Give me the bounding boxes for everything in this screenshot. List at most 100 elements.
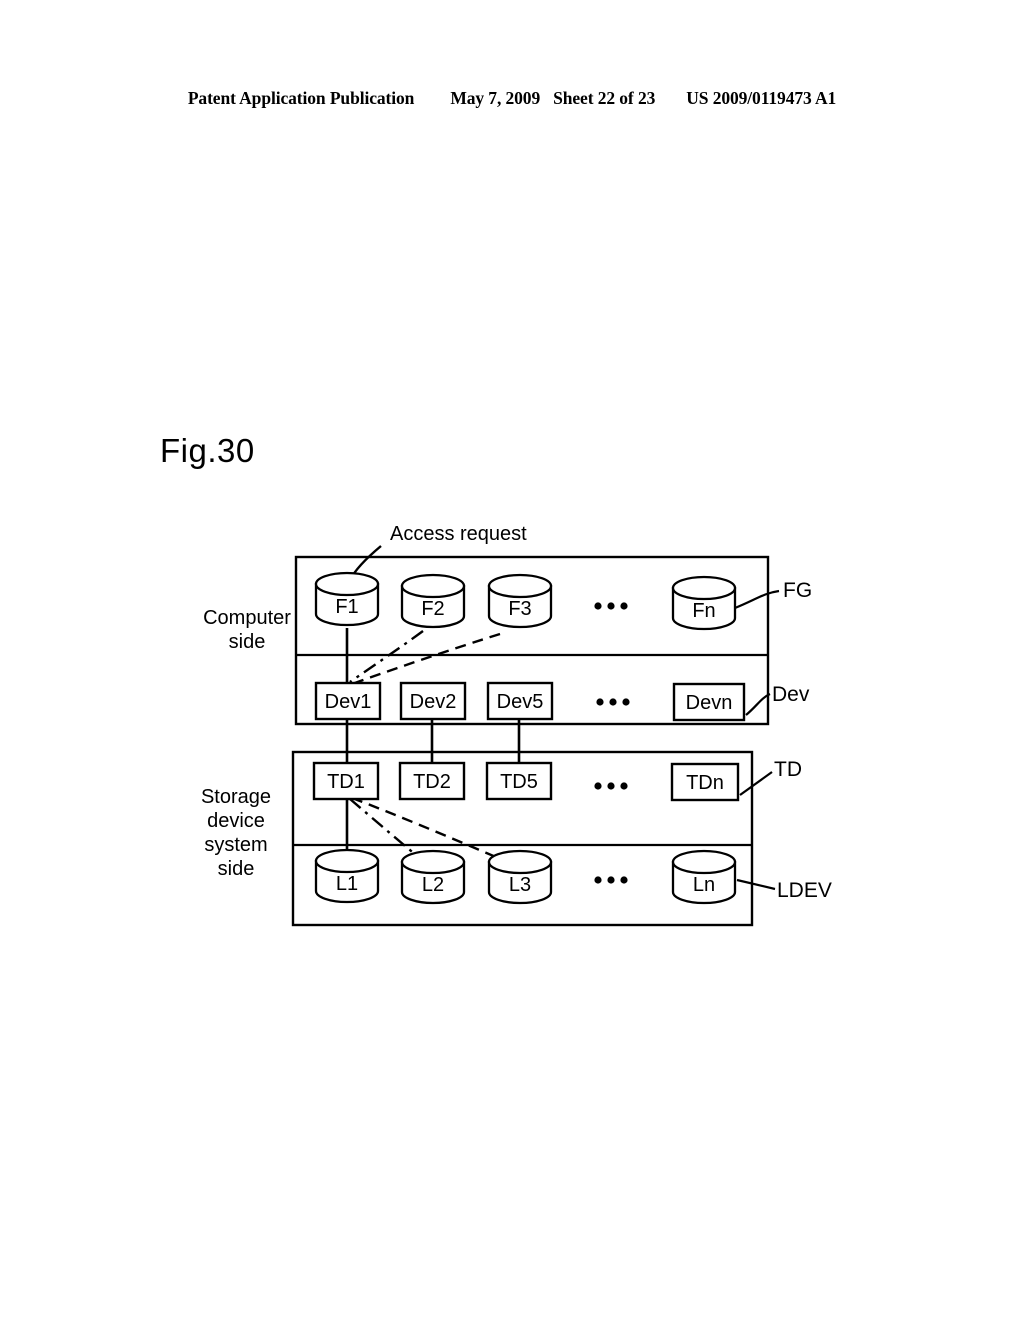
node-f1[interactable]: F1	[314, 571, 380, 627]
node-devn-label: Devn	[686, 692, 733, 714]
storage-side-label-line-4: side	[218, 858, 255, 880]
computer-side-container	[294, 555, 770, 726]
storage-side-container	[291, 750, 754, 927]
ellipsis-dot	[620, 602, 628, 610]
node-dev5-box	[486, 681, 554, 721]
ellipsis-dot	[620, 782, 628, 790]
figure-label: Fig.30	[160, 432, 255, 469]
node-f2-top	[400, 573, 466, 599]
node-ln[interactable]: Ln	[671, 849, 737, 905]
node-dev2-label: Dev2	[410, 691, 457, 713]
ellipsis-dot	[594, 602, 602, 610]
ldev-row: L1 L2 L3 Ln	[314, 848, 737, 905]
node-l2-label: L2	[422, 874, 444, 896]
connector-td1-l2	[349, 798, 428, 865]
node-td1-box	[312, 761, 380, 801]
computer-side-label: Computer side	[203, 607, 291, 653]
leader-td-label: TD	[774, 758, 802, 781]
td-row: TD1 TD2 TD5 TDn	[312, 761, 740, 802]
td-row-ellipsis	[594, 782, 628, 790]
access-request-arrowhead	[341, 573, 357, 592]
header-publication: Patent Application Publication	[187, 88, 415, 108]
node-dev1[interactable]: Dev1	[314, 681, 382, 721]
header-sheet: Sheet 22 of 23	[553, 88, 656, 108]
ellipsis-dot	[620, 876, 628, 884]
ellipsis-dot	[594, 876, 602, 884]
node-l3-body	[487, 860, 553, 905]
figure-diagram: Computer side Storage device system side…	[0, 0, 1024, 1320]
node-f1-label: F1	[335, 596, 358, 618]
node-td5-box	[485, 761, 553, 801]
fg-row-ellipsis	[594, 602, 628, 610]
node-f2-body	[400, 584, 466, 629]
node-dev1-box	[314, 681, 382, 721]
leader-fg-line	[734, 589, 780, 610]
ellipsis-dot	[607, 602, 615, 610]
node-td2[interactable]: TD2	[398, 761, 466, 801]
node-tdn-label: TDn	[686, 772, 724, 794]
page-header: Patent Application Publication May 7, 20…	[0, 88, 1024, 109]
leader-dev-label: Dev	[772, 683, 810, 706]
node-l3[interactable]: L3	[487, 849, 553, 905]
node-f1-body	[314, 582, 380, 627]
node-f2[interactable]: F2	[400, 573, 466, 629]
leader-ldev-line	[736, 878, 776, 891]
connector-f2-dev1	[349, 630, 424, 683]
ldev-row-ellipsis	[594, 876, 628, 884]
leader-td: TD	[739, 758, 802, 796]
leader-td-line	[739, 771, 773, 796]
node-l2-top	[400, 849, 466, 875]
node-fn[interactable]: Fn	[671, 575, 737, 631]
header-patent-number: US 2009/0119473 A1	[686, 88, 837, 108]
node-f3-body	[487, 584, 553, 629]
node-devn[interactable]: Devn	[672, 682, 746, 722]
ellipsis-dot	[607, 782, 615, 790]
dev-row: Dev1 Dev2 Dev5 Devn	[314, 681, 746, 722]
node-td1-label: TD1	[327, 771, 365, 793]
access-request-label: Access request	[390, 523, 527, 545]
node-f3-top	[487, 573, 553, 599]
node-dev2[interactable]: Dev2	[399, 681, 467, 721]
node-tdn-box	[670, 762, 740, 802]
node-ln-body	[671, 860, 737, 905]
node-l2[interactable]: L2	[400, 849, 466, 905]
node-l1-label: L1	[336, 873, 358, 895]
connector-f3-dev1	[351, 632, 501, 686]
leader-fg-label: FG	[783, 579, 812, 602]
node-f3[interactable]: F3	[487, 573, 553, 629]
node-l3-top	[487, 849, 553, 875]
computer-side-label-line-2: side	[229, 631, 266, 653]
node-l1[interactable]: L1	[314, 848, 380, 904]
node-td2-box	[398, 761, 466, 801]
ellipsis-dot	[607, 876, 615, 884]
node-dev5-label: Dev5	[497, 691, 544, 713]
computer-side-label-line-1: Computer	[203, 607, 291, 629]
node-dev5[interactable]: Dev5	[486, 681, 554, 721]
connector-td1-l3	[351, 796, 518, 868]
node-l2-body	[400, 860, 466, 905]
node-f3-label: F3	[508, 598, 531, 620]
storage-side-label-line-1: Storage	[201, 786, 271, 808]
fg-row: F1 F2 F3 Fn	[314, 571, 737, 631]
node-l1-top	[314, 848, 380, 874]
leader-dev-line	[745, 692, 771, 716]
leader-dev: Dev	[745, 683, 810, 716]
node-ln-label: Ln	[693, 874, 715, 896]
node-f1-top	[314, 571, 380, 597]
node-devn-box	[672, 682, 746, 722]
dev-row-ellipsis	[596, 698, 630, 706]
node-fn-body	[671, 586, 737, 631]
storage-side-label: Storage device system side	[201, 786, 271, 880]
leader-ldev: LDEV	[736, 878, 832, 902]
node-td2-label: TD2	[413, 771, 451, 793]
header-date: May 7, 2009	[450, 88, 541, 108]
ellipsis-dot	[622, 698, 630, 706]
node-dev2-box	[399, 681, 467, 721]
node-l1-body	[314, 859, 380, 904]
node-td1[interactable]: TD1	[312, 761, 380, 801]
node-dev1-label: Dev1	[325, 691, 372, 713]
access-request-annotation: Access request	[341, 523, 527, 592]
node-td5[interactable]: TD5	[485, 761, 553, 801]
node-tdn[interactable]: TDn	[670, 762, 740, 802]
storage-side-label-line-2: device	[207, 810, 265, 832]
